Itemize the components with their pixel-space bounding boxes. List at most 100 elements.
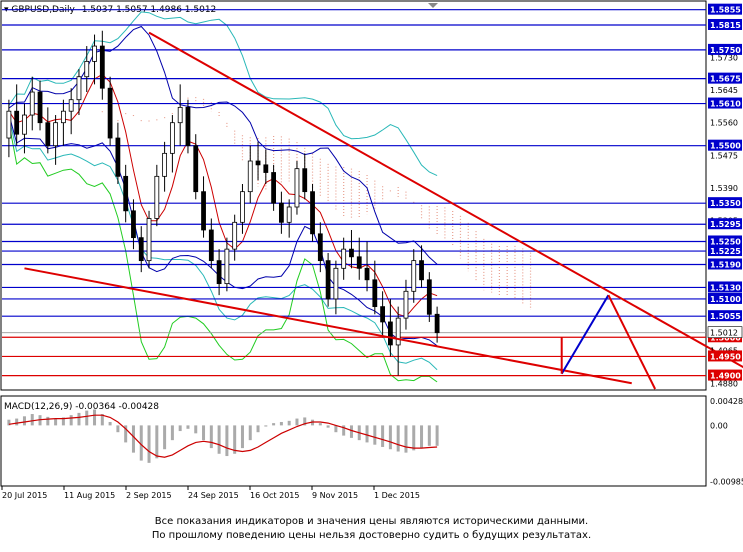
macd-histogram-bar	[178, 425, 182, 432]
time-tick-label: 2 Sep 2015	[126, 491, 172, 500]
candle-body	[68, 99, 74, 112]
level-label-text: 1.5675	[710, 75, 741, 84]
candle-body	[60, 110, 66, 124]
candle-body	[138, 237, 144, 262]
macd-histogram-bar	[318, 423, 322, 426]
macd-histogram-bar	[404, 425, 408, 453]
price-tick-label: 1.5390	[710, 184, 738, 193]
macd-histogram-bar	[186, 425, 190, 429]
macd-histogram-bar	[209, 425, 213, 449]
time-tick-label: 24 Sep 2015	[188, 491, 239, 500]
candle-body	[294, 168, 300, 208]
candle-body	[22, 114, 27, 135]
price-tick-label: 1.5475	[710, 151, 738, 160]
candle-body	[387, 321, 393, 346]
candle-body	[146, 218, 152, 262]
candle-body	[123, 175, 129, 212]
time-tick-label: 20 Jul 2015	[2, 491, 47, 500]
macd-histogram-bar	[279, 421, 283, 426]
candle-body	[395, 317, 401, 346]
macd-histogram-bar	[194, 425, 198, 434]
candle-body	[349, 248, 354, 258]
macd-histogram-bar	[163, 425, 167, 450]
level-label-text: 1.5815	[710, 21, 741, 30]
macd-histogram-bar	[147, 425, 151, 463]
candle-body	[380, 306, 386, 323]
candle-body	[169, 122, 175, 154]
level-label-text: 1.4900	[710, 372, 741, 381]
candle-body	[6, 110, 12, 139]
candle-body	[240, 191, 245, 223]
macd-histogram-bar	[155, 425, 159, 459]
price-tick-label: 1.5645	[710, 86, 738, 95]
candle-body	[185, 106, 191, 147]
macd-histogram-bar	[22, 416, 26, 426]
disclaimer-line-1: Все показания индикаторов и значения цен…	[154, 516, 589, 527]
candle-body	[224, 248, 230, 285]
macd-label: MACD(12,26,9) -0.00364 -0.00428	[4, 402, 159, 412]
candle-body	[107, 87, 113, 139]
macd-histogram-bar	[131, 425, 135, 453]
level-label-text: 1.4950	[710, 352, 741, 361]
macd-histogram-bar	[412, 425, 416, 451]
time-tick-label: 1 Dec 2015	[374, 491, 420, 500]
price-tick-label: 1.5560	[710, 119, 738, 128]
candle-body	[286, 206, 292, 223]
candle-body	[84, 60, 90, 78]
candle-body	[162, 152, 168, 177]
macd-histogram-bar	[256, 425, 260, 433]
candle-body	[37, 91, 43, 124]
time-tick-label: 11 Aug 2015	[64, 491, 115, 500]
candle-body	[232, 221, 238, 250]
candle-body	[356, 256, 362, 269]
macd-histogram-bar	[116, 425, 120, 433]
time-tick-label: 9 Nov 2015	[312, 491, 358, 500]
macd-histogram-bar	[30, 414, 34, 426]
candle-body	[341, 248, 347, 269]
candle-body	[310, 191, 315, 235]
candle-body	[372, 279, 378, 308]
level-label-text: 1.5190	[710, 260, 741, 269]
macd-histogram-bar	[381, 425, 385, 447]
candle-body	[131, 210, 136, 239]
macd-histogram-bar	[46, 416, 50, 426]
macd-histogram-bar	[334, 425, 338, 433]
candle-body	[92, 45, 97, 62]
macd-tick-label: 0.00428	[710, 397, 743, 406]
level-label-text: 1.5350	[710, 199, 741, 208]
candle-body	[278, 202, 284, 223]
current-price-label: 1.5012	[710, 329, 738, 338]
candle-body	[434, 313, 440, 334]
chart-background	[0, 0, 743, 552]
macd-histogram-bar	[373, 425, 377, 445]
macd-histogram-bar	[295, 418, 299, 426]
candle-body	[216, 260, 222, 285]
macd-histogram-bar	[108, 421, 112, 426]
candle-body	[208, 229, 214, 262]
macd-histogram-bar	[77, 412, 81, 426]
macd-histogram-bar	[365, 425, 369, 443]
macd-histogram-bar	[202, 425, 206, 441]
macd-histogram-bar	[15, 418, 19, 426]
macd-histogram-bar	[217, 425, 221, 454]
price-tick-label: 1.5730	[710, 54, 738, 63]
candle-body	[154, 175, 160, 219]
candle-body	[426, 279, 432, 315]
macd-histogram-bar	[264, 425, 268, 427]
gbpusd-chart: ▾ GBPUSD,Daily 1.5037 1.5057 1.4986 1.50…	[0, 0, 743, 552]
candle-body	[302, 168, 308, 193]
level-label-text: 1.5225	[710, 247, 741, 256]
macd-histogram-bar	[388, 425, 392, 450]
price-tick-label: 1.4880	[710, 379, 738, 388]
candle-body	[333, 267, 339, 300]
candle-body	[201, 191, 206, 231]
macd-histogram-bar	[240, 425, 244, 449]
level-label-text: 1.5610	[710, 100, 741, 109]
macd-histogram-bar	[272, 423, 276, 426]
candle-body	[411, 260, 417, 292]
macd-histogram-bar	[427, 425, 431, 446]
macd-histogram-bar	[435, 425, 439, 446]
candle-body	[255, 160, 261, 166]
candle-body	[419, 260, 424, 281]
candle-body	[263, 164, 269, 173]
